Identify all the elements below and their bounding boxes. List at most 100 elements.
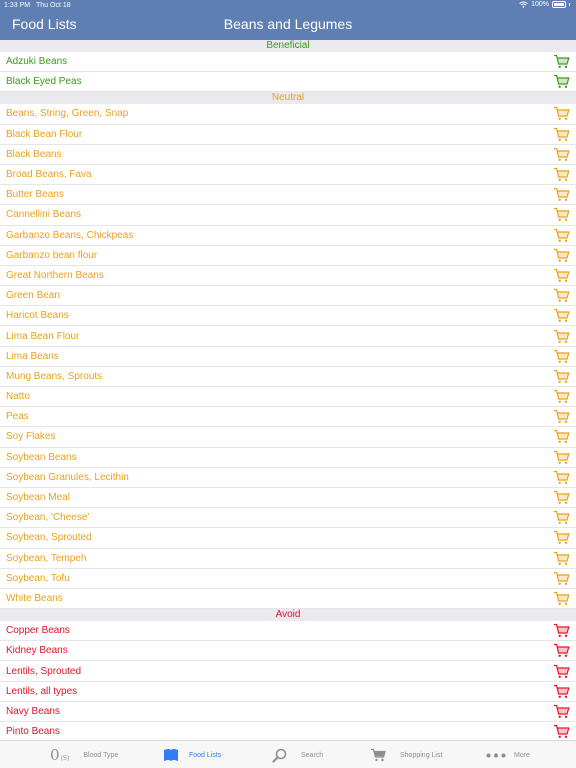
list-item[interactable]: Black Eyed Peas: [0, 72, 576, 93]
add-to-cart-icon[interactable]: [553, 470, 570, 485]
list-item[interactable]: Lentils, Sprouted: [0, 661, 576, 682]
add-to-cart-icon[interactable]: [553, 349, 570, 364]
add-to-cart-icon[interactable]: [553, 704, 570, 719]
add-to-cart-icon[interactable]: [553, 510, 570, 525]
list-item[interactable]: Lima Beans: [0, 346, 576, 367]
add-to-cart-icon[interactable]: [553, 490, 570, 505]
list-item[interactable]: Navy Beans: [0, 701, 576, 722]
list-item[interactable]: Great Northern Beans: [0, 265, 576, 287]
list-item[interactable]: Soybean, Tempeh: [0, 548, 576, 569]
add-to-cart-icon[interactable]: [553, 450, 570, 465]
add-to-cart-icon[interactable]: [553, 106, 570, 121]
add-to-cart-icon[interactable]: [553, 147, 570, 162]
food-name: Lima Bean Flour: [6, 330, 80, 342]
list-item[interactable]: Lentils, all types: [0, 681, 576, 702]
tab-more[interactable]: More: [486, 741, 530, 768]
food-name: Pinto Beans: [6, 726, 60, 738]
tab-label: More: [514, 751, 530, 759]
list-item[interactable]: Pinto Beans: [0, 722, 576, 740]
food-name: Broad Beans, Fava: [6, 169, 92, 181]
list-item[interactable]: Garbanzo bean flour: [0, 245, 576, 266]
add-to-cart-icon[interactable]: [553, 308, 570, 323]
status-bar: 1:33 PM Thu Oct 18 100%: [0, 0, 576, 12]
add-to-cart-icon[interactable]: [553, 530, 570, 545]
add-to-cart-icon[interactable]: [553, 591, 570, 606]
tab-food-lists[interactable]: Food Lists: [163, 741, 221, 768]
add-to-cart-icon[interactable]: [553, 409, 570, 424]
add-to-cart-icon[interactable]: [553, 74, 570, 89]
list-item[interactable]: Soybean, Sprouted: [0, 528, 576, 549]
food-name: White Beans: [6, 592, 63, 604]
list-item[interactable]: Copper Beans: [0, 621, 576, 642]
add-to-cart-icon[interactable]: [553, 268, 570, 283]
list-item[interactable]: Soybean Meal: [0, 487, 576, 509]
add-to-cart-icon[interactable]: [553, 684, 570, 699]
list-item[interactable]: Adzuki Beans: [0, 52, 576, 73]
list-item[interactable]: Peas: [0, 407, 576, 428]
food-name: Lentils, Sprouted: [6, 665, 82, 677]
list-item[interactable]: Broad Beans, Fava: [0, 164, 576, 186]
food-name: Black Bean Flour: [6, 128, 83, 140]
list-item[interactable]: White Beans: [0, 588, 576, 610]
tab-shopping-list[interactable]: Shopping List: [370, 741, 442, 768]
add-to-cart-icon[interactable]: [553, 248, 570, 263]
add-to-cart-icon[interactable]: [553, 643, 570, 658]
add-to-cart-icon[interactable]: [553, 288, 570, 303]
tab-label: Search: [301, 751, 324, 759]
tab-search[interactable]: Search: [272, 741, 323, 768]
food-name: Black Eyed Peas: [6, 76, 82, 88]
battery-percent: 100%: [531, 1, 549, 8]
add-to-cart-icon[interactable]: [553, 429, 570, 444]
add-to-cart-icon[interactable]: [553, 187, 570, 202]
list-item[interactable]: Mung Beans, Sprouts: [0, 366, 576, 387]
food-name: Soybean, Tofu: [6, 572, 70, 584]
add-to-cart-icon[interactable]: [553, 664, 570, 679]
list-item[interactable]: Butter Beans: [0, 185, 576, 206]
food-name: Mung Beans, Sprouts: [6, 370, 103, 382]
add-to-cart-icon[interactable]: [553, 724, 570, 739]
blood-type-glyph: 0: [50, 746, 60, 764]
list-item[interactable]: Soybean, 'Cheese': [0, 508, 576, 529]
tab-label: Food Lists: [189, 751, 222, 759]
food-name: Soybean Granules, Lecithin: [6, 471, 129, 483]
list-item[interactable]: Garbanzo Beans, Chickpeas: [0, 225, 576, 246]
food-list[interactable]: Beneficial Adzuki Beans Black Eyed Peas Neu…: [0, 40, 576, 740]
add-to-cart-icon[interactable]: [553, 551, 570, 566]
list-item[interactable]: Soybean, Tofu: [0, 568, 576, 589]
add-to-cart-icon[interactable]: [553, 369, 570, 384]
food-name: Adzuki Beans: [6, 56, 68, 68]
food-name: Lima Beans: [6, 350, 59, 362]
list-item[interactable]: Beans, String, Green, Snap: [0, 104, 576, 125]
list-item[interactable]: Soybean Granules, Lecithin: [0, 467, 576, 488]
add-to-cart-icon[interactable]: [553, 127, 570, 142]
list-item[interactable]: Soy Flakes: [0, 427, 576, 448]
list-item[interactable]: Haricot Beans: [0, 306, 576, 327]
add-to-cart-icon[interactable]: [553, 54, 570, 69]
add-to-cart-icon[interactable]: [553, 207, 570, 222]
cart-icon: [371, 748, 386, 762]
add-to-cart-icon[interactable]: [553, 623, 570, 638]
add-to-cart-icon[interactable]: [553, 571, 570, 586]
list-item[interactable]: Lima Bean Flour: [0, 326, 576, 347]
list-item[interactable]: Black Beans: [0, 144, 576, 165]
add-to-cart-icon[interactable]: [553, 228, 570, 243]
food-name: Soybean, Sprouted: [6, 532, 92, 544]
list-item[interactable]: Kidney Beans: [0, 641, 576, 662]
food-name: Green Bean: [6, 290, 60, 302]
add-to-cart-icon[interactable]: [553, 329, 570, 344]
section-header-neutral: Neutral: [0, 92, 576, 105]
list-item[interactable]: Natto: [0, 387, 576, 408]
list-item[interactable]: Black Bean Flour: [0, 124, 576, 145]
list-item[interactable]: Cannellini Beans: [0, 205, 576, 226]
food-name: Peas: [6, 411, 29, 423]
blood-type-icon: 0 (S): [50, 746, 69, 764]
food-name: Kidney Beans: [6, 645, 68, 657]
add-to-cart-icon[interactable]: [553, 167, 570, 182]
list-item[interactable]: Soybean Beans: [0, 447, 576, 468]
add-to-cart-icon[interactable]: [553, 389, 570, 404]
list-item[interactable]: Green Bean: [0, 286, 576, 307]
food-name: Soybean Beans: [6, 451, 77, 463]
tab-blood-type[interactable]: 0 (S) Blood Type: [50, 741, 118, 768]
food-name: Navy Beans: [6, 705, 60, 717]
tab-bar: 0 (S) Blood Type Food Lists Search Shoppi…: [0, 740, 576, 768]
